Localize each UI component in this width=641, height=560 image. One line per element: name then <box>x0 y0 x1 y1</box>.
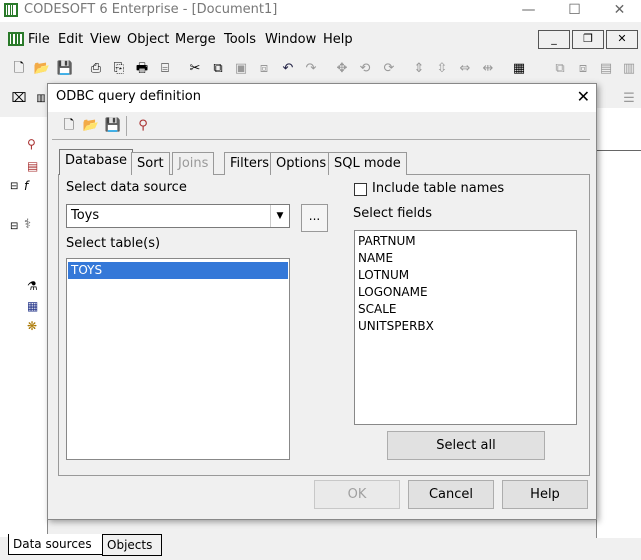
align-vertical-icon[interactable]: ⇳ <box>433 60 451 78</box>
open-query-icon[interactable]: 📂 <box>82 117 100 135</box>
maximize-button[interactable]: ☐ <box>552 0 597 22</box>
tab-sort[interactable]: Sort <box>131 152 170 175</box>
distribute-icon[interactable]: ☰ <box>620 90 638 108</box>
close-button[interactable]: ✕ <box>597 0 641 22</box>
form-icon[interactable]: ▤ <box>27 159 38 173</box>
chevron-down-icon[interactable]: ▼ <box>270 205 289 227</box>
include-table-names-label[interactable]: Include table names <box>372 181 504 196</box>
document-icon[interactable] <box>8 32 24 46</box>
counter-icon[interactable]: ⚗ <box>27 279 38 293</box>
fields-list[interactable]: PARTNUM NAME LOTNUM LOGONAME SCALE UNITS… <box>354 230 577 425</box>
help-button[interactable]: Help <box>502 480 588 509</box>
list-item[interactable]: LOTNUM <box>355 267 576 284</box>
link-icon[interactable]: ❋ <box>27 319 37 333</box>
save-query-icon[interactable]: 💾 <box>104 117 122 135</box>
list-item[interactable]: UNITSPERBX <box>355 318 576 335</box>
ungroup-icon[interactable]: ⧈ <box>574 60 592 78</box>
query-help-icon[interactable]: ⚲ <box>134 117 152 135</box>
align-horizontal-icon[interactable]: ⇹ <box>479 60 497 78</box>
select-tables-label: Select table(s) <box>66 236 161 251</box>
send-back-icon[interactable]: ▥ <box>620 60 638 78</box>
flip-horizontal-icon[interactable]: ⇔ <box>456 60 474 78</box>
move-icon[interactable]: ✥ <box>333 60 351 78</box>
mdi-close-button[interactable]: ✕ <box>606 30 638 49</box>
mdi-minimize-button[interactable]: _ <box>538 30 570 49</box>
print-preview-icon[interactable]: ⎘ <box>110 60 128 78</box>
flip-vertical-icon[interactable]: ⇕ <box>410 60 428 78</box>
group-icon[interactable]: ⧉ <box>551 60 569 78</box>
formula-icon[interactable]: f <box>24 179 28 193</box>
menu-window[interactable]: Window <box>265 32 316 47</box>
tab-sql-mode[interactable]: SQL mode <box>328 152 407 175</box>
menu-help[interactable]: Help <box>323 32 353 47</box>
browse-data-source-button[interactable]: ... <box>301 204 328 232</box>
document-area <box>596 108 641 538</box>
list-item[interactable]: SCALE <box>355 301 576 318</box>
print-setup-icon[interactable]: ⎙ <box>87 60 105 78</box>
duplicate-icon[interactable]: ⧈ <box>255 60 273 78</box>
rotate-right-icon[interactable]: ⟳ <box>380 60 398 78</box>
table-icon[interactable]: ▦ <box>27 299 38 313</box>
rotate-left-icon[interactable]: ⟲ <box>356 60 374 78</box>
tab-database[interactable]: Database <box>59 149 134 175</box>
tab-filters[interactable]: Filters <box>224 152 275 175</box>
tab-objects[interactable]: Objects <box>102 534 162 556</box>
expand-icon[interactable]: ⊟ <box>10 181 18 192</box>
database-icon[interactable]: ▦ <box>510 60 528 78</box>
mdi-restore-button[interactable]: ❐ <box>572 30 604 49</box>
table-item-toys[interactable]: TOYS <box>68 262 288 279</box>
data-source-value: Toys <box>71 208 100 223</box>
tables-list[interactable]: TOYS <box>66 258 290 460</box>
cut-icon[interactable]: ✂ <box>186 60 204 78</box>
include-table-names-checkbox[interactable] <box>354 183 367 196</box>
dialog-close-button[interactable]: ✕ <box>577 87 590 106</box>
select-data-source-label: Select data source <box>66 180 187 195</box>
expand-icon[interactable]: ⊟ <box>10 221 18 232</box>
dialog-title: ODBC query definition <box>56 89 201 104</box>
menu-object[interactable]: Object <box>127 32 169 47</box>
list-item[interactable]: PARTNUM <box>355 233 576 250</box>
menu-file[interactable]: File <box>28 32 50 47</box>
zoom-icon[interactable]: ⌧ <box>10 90 28 108</box>
main-toolbar: 🗋 📂 💾 ⎙ ⎘ 🖶 ⌸ ✂ ⧉ ▣ ⧈ ↶ ↷ ✥ ⟲ ⟳ ⇕ ⇳ ⇔ ⇹ … <box>0 54 641 84</box>
select-fields-label: Select fields <box>353 206 433 221</box>
hierarchy-icon[interactable]: ⚕ <box>24 217 31 232</box>
dialog-toolbar: 🗋 📂 💾 ⚲ <box>52 113 590 140</box>
bring-front-icon[interactable]: ▤ <box>597 60 615 78</box>
app-title: CODESOFT 6 Enterprise - [Document1] <box>24 2 278 17</box>
new-icon[interactable]: 🗋 <box>10 60 28 78</box>
data-sources-panel: ⚲ ▤ ⊟ f ⊟ ⚕ ⚗ ▦ ❋ <box>0 117 48 537</box>
select-all-button[interactable]: Select all <box>387 431 545 460</box>
tab-data-sources[interactable]: Data sources <box>8 534 108 555</box>
label-print-icon[interactable]: ⌸ <box>156 60 174 78</box>
tab-joins[interactable]: Joins <box>172 152 215 175</box>
paste-icon[interactable]: ▣ <box>232 60 250 78</box>
toolbar-separator <box>126 116 127 136</box>
undo-icon[interactable]: ↶ <box>279 60 297 78</box>
menu-tools[interactable]: Tools <box>224 32 256 47</box>
menu-merge[interactable]: Merge <box>175 32 216 47</box>
copy-icon[interactable]: ⧉ <box>209 60 227 78</box>
data-source-select[interactable]: Toys ▼ <box>66 204 290 228</box>
save-icon[interactable]: 💾 <box>56 60 74 78</box>
list-item[interactable]: LOGONAME <box>355 284 576 301</box>
odbc-query-dialog: ODBC query definition ✕ 🗋 📂 💾 ⚲ Database… <box>47 83 597 520</box>
codesoft-app-icon <box>4 3 18 17</box>
new-query-icon[interactable]: 🗋 <box>60 117 78 135</box>
minimize-button[interactable]: — <box>506 0 551 22</box>
print-icon[interactable]: 🖶 <box>133 60 151 78</box>
menu-edit[interactable]: Edit <box>58 32 83 47</box>
redo-icon[interactable]: ↷ <box>302 60 320 78</box>
list-item[interactable]: NAME <box>355 250 576 267</box>
printer-icon[interactable]: ⚲ <box>27 137 36 151</box>
app-title-bar: CODESOFT 6 Enterprise - [Document1] — ☐ … <box>0 0 641 22</box>
dialog-title-bar: ODBC query definition ✕ <box>48 84 596 112</box>
tab-options[interactable]: Options <box>270 152 333 175</box>
cancel-button[interactable]: Cancel <box>408 480 494 509</box>
menu-view[interactable]: View <box>90 32 121 47</box>
open-icon[interactable]: 📂 <box>33 60 51 78</box>
ok-button[interactable]: OK <box>314 480 400 509</box>
